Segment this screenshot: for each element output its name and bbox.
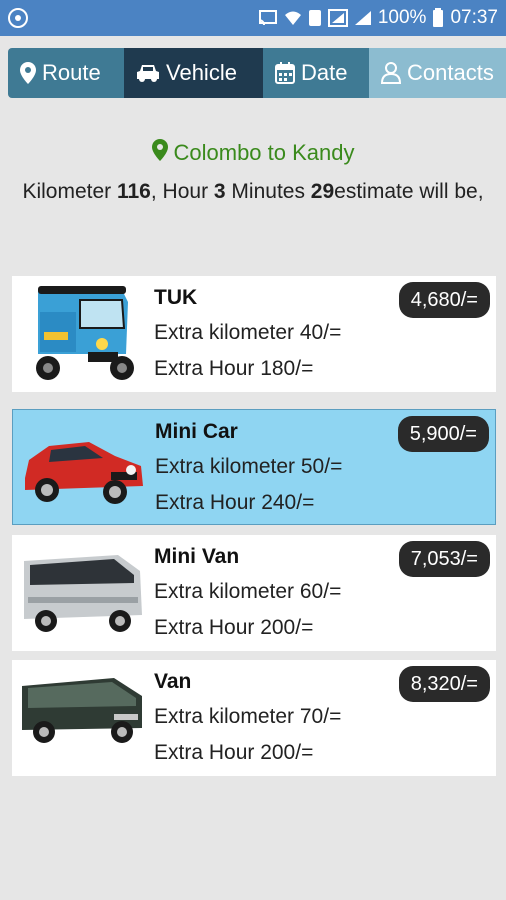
price-badge: 5,900/= [397,416,489,452]
tuk-image [18,282,146,386]
hour-value: 3 [213,180,226,203]
tab-contacts-label: Contacts [407,60,494,85]
extra-km-rate: Extra kilometer 40/= [154,321,342,344]
van-image [18,666,146,770]
vehicle-card-tuk[interactable]: TUK Extra kilometer 40/= Extra Hour 180/… [12,276,496,392]
status-bar: 100% 07:37 [0,0,506,36]
status-icons: 100% 07:37 [258,0,498,36]
vehicle-card-mini-van[interactable]: Mini Van Extra kilometer 60/= Extra Hour… [12,535,496,651]
battery-percent: 100% [377,7,427,28]
extra-km-rate: Extra kilometer 70/= [154,705,342,728]
calendar-icon [275,62,295,84]
vehicle-name: Mini Car [155,420,238,443]
price-badge: 7,053/= [398,541,490,577]
vehicle-name: Van [154,670,192,693]
map-marker-icon [20,62,36,84]
mini-van-image [18,541,146,645]
extra-hour-rate: Extra Hour 200/= [154,741,314,764]
extra-hour-rate: Extra Hour 240/= [155,491,315,514]
tab-bar: Route Vehicle Date Contacts [8,48,506,98]
extra-km-rate: Extra kilometer 50/= [155,455,343,478]
tab-contacts[interactable]: Contacts [369,48,506,98]
route-text: Colombo to Kandy [173,140,355,165]
hour-label: , Hour [150,180,214,203]
signal-box-icon [327,9,348,27]
estimate-tail: estimate will be, [334,180,484,203]
km-label: Kilometer [22,180,117,203]
tab-date-label: Date [301,60,348,85]
km-value: 116 [116,180,151,203]
tab-route[interactable]: Route [8,48,124,98]
vehicle-name: TUK [154,286,198,309]
car-icon [136,63,160,83]
vehicle-card-mini-car[interactable]: Mini Car Extra kilometer 50/= Extra Hour… [12,409,496,525]
minutes-value: 29 [310,180,335,203]
vehicle-name: Mini Van [154,545,240,568]
extra-hour-rate: Extra Hour 180/= [154,357,314,380]
cast-icon [258,10,278,26]
tab-vehicle-label: Vehicle [166,60,237,85]
route-summary: Colombo to Kandy [0,139,506,167]
estimate-text: Kilometer 116, Hour 3 Minutes 29estimate… [20,174,486,209]
extra-km-rate: Extra kilometer 60/= [154,580,342,603]
extra-hour-rate: Extra Hour 200/= [154,616,314,639]
price-badge: 8,320/= [398,666,490,702]
clock: 07:37 [450,7,498,28]
tab-route-label: Route [42,60,101,85]
battery-icon [432,8,444,28]
tab-vehicle[interactable]: Vehicle [124,48,263,98]
chrome-icon [8,8,28,28]
user-icon [381,62,401,84]
signal-icon [354,10,372,26]
mini-car-image [19,416,147,520]
sim-icon [308,9,322,27]
map-marker-icon [151,139,168,167]
wifi-icon [284,10,302,26]
price-badge: 4,680/= [398,282,490,318]
vehicle-card-van[interactable]: Van Extra kilometer 70/= Extra Hour 200/… [12,660,496,776]
minutes-label: Minutes [225,180,311,203]
tab-date[interactable]: Date [263,48,369,98]
